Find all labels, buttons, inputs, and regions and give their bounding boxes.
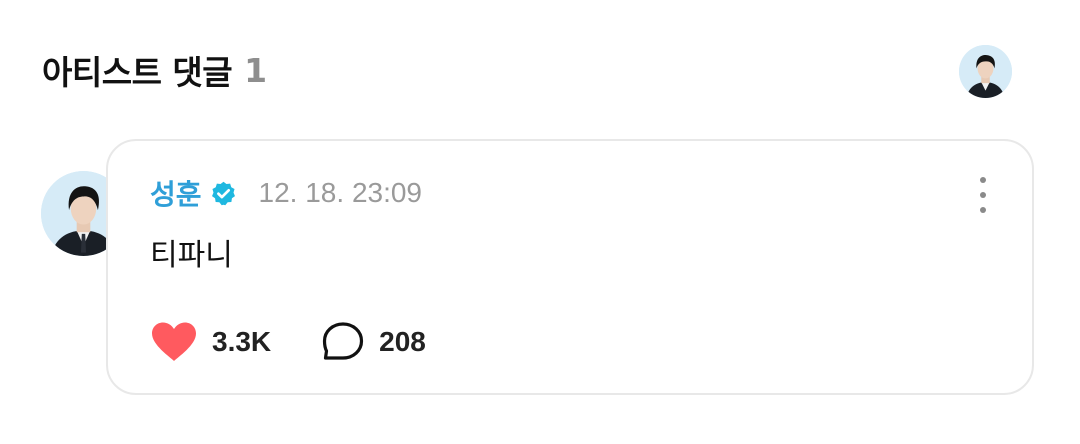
- reply-button[interactable]: 208: [321, 321, 426, 363]
- heart-icon: [152, 322, 196, 361]
- comment-count: 1: [244, 50, 267, 90]
- verified-badge-icon: [211, 181, 235, 205]
- speech-bubble-icon: [323, 322, 364, 360]
- like-button[interactable]: 3.3K: [150, 321, 271, 363]
- reply-count: 208: [379, 326, 426, 357]
- section-header: 아티스트 댓글 1: [42, 48, 267, 93]
- more-vertical-icon: [980, 177, 986, 183]
- comment-timestamp: 12. 18. 23:09: [258, 177, 423, 208]
- section-title: 아티스트 댓글: [42, 53, 233, 92]
- like-count: 3.3K: [212, 326, 272, 357]
- artist-avatar[interactable]: [959, 45, 1012, 98]
- comment-text: 티파니: [150, 238, 233, 273]
- artist-portrait-icon: [959, 45, 1012, 98]
- author-name[interactable]: 성훈: [150, 173, 202, 213]
- comment-actions: 3.3K 208: [150, 321, 426, 363]
- more-options-button[interactable]: [972, 177, 994, 213]
- comment-card: 성훈 12. 18. 23:09 티파니 3.3K 208: [106, 139, 1034, 395]
- comment-meta: 성훈 12. 18. 23:09: [150, 175, 422, 211]
